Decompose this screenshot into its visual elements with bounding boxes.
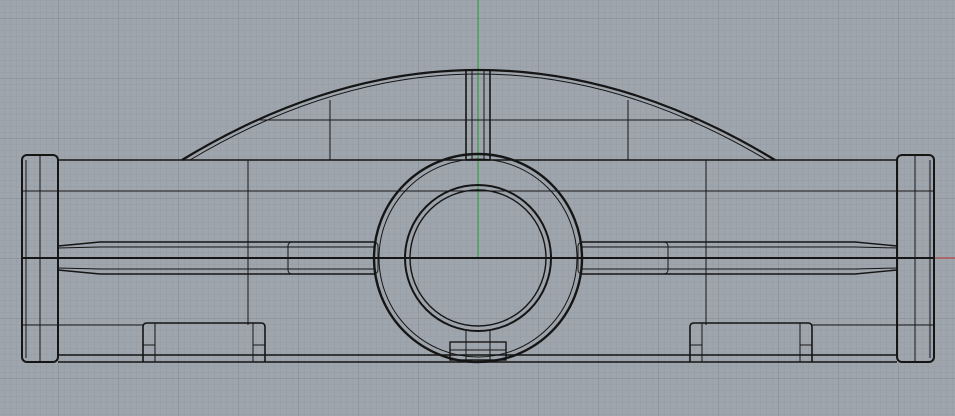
cad-viewport[interactable]: [0, 0, 955, 416]
viewport-canvas[interactable]: [0, 0, 955, 416]
